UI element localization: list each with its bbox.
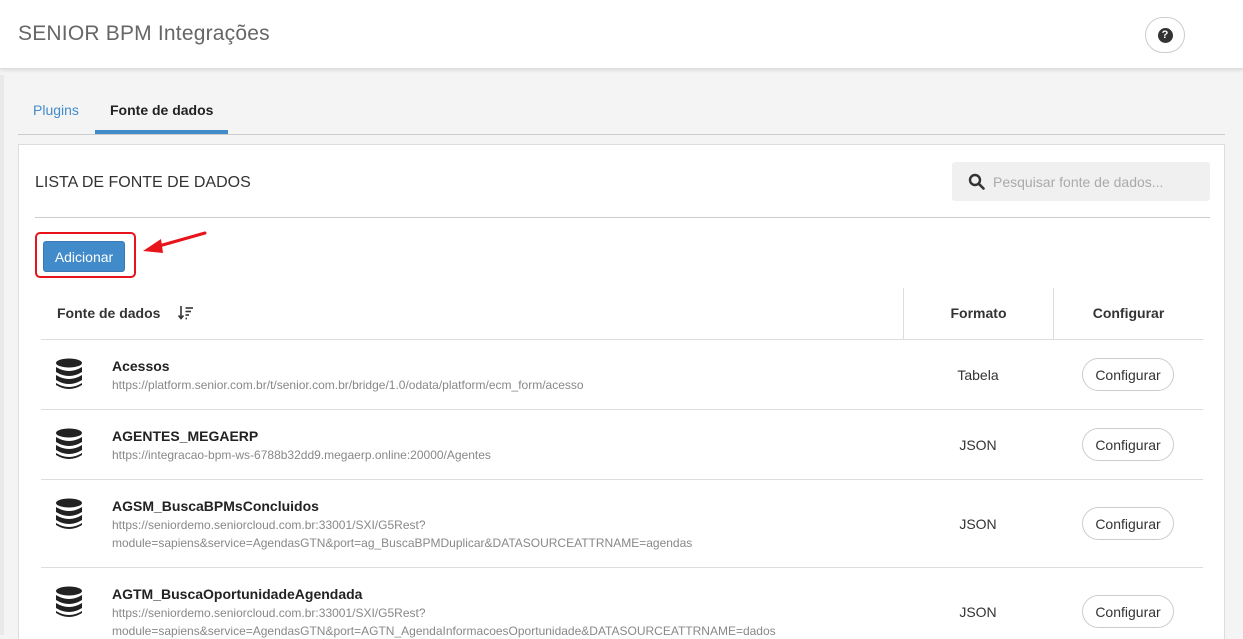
configure-button[interactable]: Configurar — [1082, 428, 1174, 461]
database-icon — [56, 428, 82, 459]
question-circle-icon: ? — [1157, 27, 1173, 43]
column-header-fonte[interactable]: Fonte de dados — [57, 288, 160, 339]
row-format: JSON — [959, 604, 997, 620]
row-url: https://integracao-bpm-ws-6788b32dd9.meg… — [112, 448, 491, 462]
row-name: AGENTES_MEGAERP — [112, 428, 259, 444]
table-row: AGENTES_MEGAERP https://integracao-bpm-w… — [41, 410, 1203, 480]
tab-fonte-de-dados[interactable]: Fonte de dados — [95, 88, 229, 134]
top-bar: SENIOR BPM Integrações ? — [0, 0, 1243, 69]
column-header-configurar: Configurar — [1053, 288, 1203, 339]
configure-button[interactable]: Configurar — [1082, 507, 1174, 540]
table-row: AGSM_BuscaBPMsConcluidos https://seniord… — [41, 480, 1203, 568]
row-format: Tabela — [957, 367, 999, 383]
sort-icon[interactable] — [178, 305, 194, 321]
row-url: https://seniordemo.seniorcloud.com.br:33… — [112, 518, 693, 550]
panel-title: LISTA DE FONTE DE DADOS — [35, 174, 251, 191]
table-row: AGTM_BuscaOportunidadeAgendada https://s… — [41, 568, 1203, 639]
red-arrow-annotation — [143, 231, 207, 253]
database-icon — [56, 498, 82, 529]
tab-plugins[interactable]: Plugins — [18, 88, 94, 134]
help-button[interactable]: ? — [1145, 17, 1185, 53]
tab-bar: Plugins Fonte de dados — [18, 88, 1225, 135]
left-edge-strip — [0, 75, 4, 635]
database-icon — [56, 586, 82, 617]
search-icon — [968, 173, 985, 190]
add-button[interactable]: Adicionar — [43, 241, 125, 272]
row-name: AGTM_BuscaOportunidadeAgendada — [112, 586, 363, 602]
table-header: Fonte de dados Formato Configurar — [41, 288, 1203, 340]
datasource-table: Fonte de dados Formato Configurar Acesso… — [41, 288, 1203, 639]
configure-button[interactable]: Configurar — [1082, 358, 1174, 391]
datasource-panel: LISTA DE FONTE DE DADOS Adicionar Fonte … — [18, 144, 1225, 639]
divider — [35, 217, 1210, 218]
database-icon — [56, 358, 82, 389]
search-input[interactable] — [993, 162, 1203, 201]
table-row: Acessos https://platform.senior.com.br/t… — [41, 340, 1203, 410]
row-format: JSON — [959, 437, 997, 453]
column-header-formato: Formato — [903, 288, 1053, 339]
row-url: https://platform.senior.com.br/t/senior.… — [112, 378, 584, 392]
row-name: AGSM_BuscaBPMsConcluidos — [112, 498, 319, 514]
configure-button[interactable]: Configurar — [1082, 595, 1174, 628]
row-url: https://seniordemo.seniorcloud.com.br:33… — [112, 606, 776, 638]
row-name: Acessos — [112, 358, 170, 374]
search-box — [952, 162, 1210, 201]
app-title: SENIOR BPM Integrações — [18, 22, 270, 45]
row-format: JSON — [959, 516, 997, 532]
